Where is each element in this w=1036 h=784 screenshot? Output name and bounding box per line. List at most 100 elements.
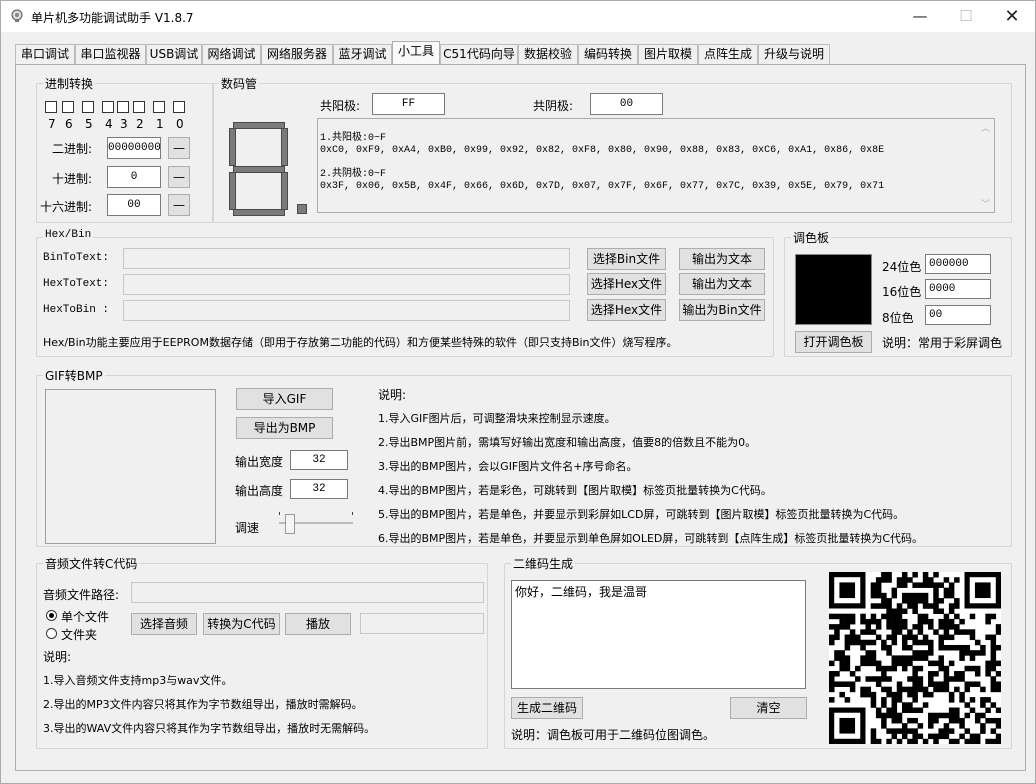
qr-module <box>912 733 918 740</box>
binary-minus-button[interactable]: — <box>168 137 190 159</box>
close-button[interactable]: ✕ <box>989 1 1035 32</box>
tab-bluetooth-debug[interactable]: 蓝牙调试 <box>333 44 392 65</box>
select-hex-button-2[interactable]: 选择Hex文件 <box>587 299 666 321</box>
segment-d[interactable] <box>233 209 285 216</box>
output-height-input[interactable]: 32 <box>290 479 348 499</box>
tab-c51-wizard[interactable]: C51代码向导 <box>440 44 518 65</box>
qr-module <box>870 733 877 740</box>
bit-2-checkbox[interactable] <box>133 101 145 113</box>
select-audio-button[interactable]: 选择音频 <box>131 613 197 635</box>
segment-e[interactable] <box>229 172 236 210</box>
qr-module <box>995 733 1001 740</box>
qr-module <box>974 665 981 672</box>
tab-serial-debug[interactable]: 串口调试 <box>15 44 75 65</box>
hex-to-bin-path[interactable] <box>123 300 570 321</box>
convert-c-code-button[interactable]: 转换为C代码 <box>203 613 280 635</box>
qr-module <box>969 738 976 744</box>
decimal-minus-button[interactable]: — <box>168 166 190 188</box>
bit-0-checkbox[interactable] <box>173 101 185 113</box>
qr-module <box>839 624 845 630</box>
bit-6-checkbox[interactable] <box>62 101 74 113</box>
bit-3-checkbox[interactable] <box>117 101 129 113</box>
qr-module <box>891 587 898 594</box>
play-button[interactable]: 播放 <box>285 613 351 635</box>
segment-a[interactable] <box>233 122 285 129</box>
hex-minus-button[interactable]: — <box>168 194 190 216</box>
gif-note-4: 4.导出的BMP图片，若是彩色，可跳转到【图片取模】标签页批量转换为C代码。 <box>378 484 772 497</box>
slider-thumb[interactable] <box>285 514 295 534</box>
segment-g[interactable] <box>233 166 285 173</box>
bit16-input[interactable]: 0000 <box>925 279 991 299</box>
bit-label: 2 <box>136 117 144 131</box>
qr-module <box>948 603 955 609</box>
binary-input[interactable]: 00000000 <box>107 137 161 159</box>
qr-module <box>943 728 950 734</box>
qr-module <box>844 634 851 641</box>
select-hex-button[interactable]: 选择Hex文件 <box>587 273 666 295</box>
bit-5-checkbox[interactable] <box>82 101 94 113</box>
scroll-down-icon[interactable]: ﹀ <box>981 197 990 210</box>
segment-dp[interactable] <box>297 204 307 214</box>
scroll-up-icon[interactable]: ︿ <box>981 121 990 134</box>
segment-f[interactable] <box>229 128 236 166</box>
bit24-input[interactable]: 000000 <box>925 254 991 274</box>
hex-to-text-path[interactable] <box>123 274 570 295</box>
segment-code-output[interactable]: 1.共阳极:0~F 0xC0, 0xF9, 0xA4, 0xB0, 0x99, 0… <box>317 118 995 213</box>
common-anode-input[interactable]: FF <box>372 93 445 115</box>
tab-network-server[interactable]: 网络服务器 <box>261 44 333 65</box>
import-gif-button[interactable]: 导入GIF <box>236 388 333 410</box>
maximize-button[interactable]: ☐ <box>943 1 989 32</box>
hex-input[interactable]: 00 <box>107 194 161 216</box>
segment-b[interactable] <box>281 128 288 166</box>
qr-module <box>855 676 861 682</box>
folder-radio[interactable] <box>46 628 57 639</box>
bin-to-text-path[interactable] <box>123 248 570 269</box>
tab-serial-monitor[interactable]: 串口监视器 <box>75 44 146 65</box>
qr-module <box>990 639 997 646</box>
speed-slider[interactable] <box>271 508 355 536</box>
qr-module <box>969 697 976 703</box>
qr-module <box>849 686 856 693</box>
tab-data-checksum[interactable]: 数据校验 <box>518 44 578 65</box>
segment-c[interactable] <box>281 172 288 210</box>
qrcode-text-input[interactable]: 你好，二维码，我是温哥 <box>511 580 806 689</box>
tab-dot-matrix[interactable]: 点阵生成 <box>698 44 758 65</box>
tab-image-modulo[interactable]: 图片取模 <box>638 44 698 65</box>
qr-module <box>891 728 898 734</box>
clear-button[interactable]: 清空 <box>730 697 807 719</box>
qr-module <box>891 613 898 620</box>
qr-module <box>896 618 903 625</box>
tab-upgrade-info[interactable]: 升级与说明 <box>758 44 830 65</box>
qr-module <box>959 691 965 698</box>
qr-module <box>891 717 898 724</box>
bin-output-text-button[interactable]: 输出为文本 <box>679 248 765 270</box>
qr-module <box>901 639 908 646</box>
output-width-input[interactable]: 32 <box>290 450 348 470</box>
export-bmp-button[interactable]: 导出为BMP <box>236 417 333 439</box>
common-cathode-input[interactable]: 00 <box>590 93 663 115</box>
select-bin-button[interactable]: 选择Bin文件 <box>587 248 666 270</box>
hex-output-text-button[interactable]: 输出为文本 <box>679 273 765 295</box>
qr-module <box>969 629 976 635</box>
vertical-scrollbar[interactable]: ︿ ﹀ <box>977 119 994 212</box>
generate-qrcode-button[interactable]: 生成二维码 <box>511 697 583 719</box>
minimize-button[interactable]: — <box>897 1 943 32</box>
bit8-input[interactable]: 00 <box>925 305 991 325</box>
tab-network-debug[interactable]: 网络调试 <box>202 44 261 65</box>
tab-encoding-convert[interactable]: 编码转换 <box>578 44 638 65</box>
bit-4-checkbox[interactable] <box>102 101 114 113</box>
qr-module <box>875 738 882 744</box>
tab-tools[interactable]: 小工具 <box>392 41 440 66</box>
qr-module <box>948 644 955 651</box>
bit-1-checkbox[interactable] <box>153 101 165 113</box>
decimal-input[interactable]: 0 <box>107 166 161 188</box>
qr-module <box>901 660 908 667</box>
bit-7-checkbox[interactable] <box>45 101 57 113</box>
output-bin-button[interactable]: 输出为Bin文件 <box>679 299 765 321</box>
single-file-radio[interactable] <box>46 610 57 621</box>
color-swatch[interactable] <box>795 254 872 325</box>
open-palette-button[interactable]: 打开调色板 <box>795 331 872 353</box>
tab-usb-debug[interactable]: USB调试 <box>146 44 202 65</box>
audio-path-input[interactable] <box>131 582 484 603</box>
qr-module <box>922 572 929 578</box>
